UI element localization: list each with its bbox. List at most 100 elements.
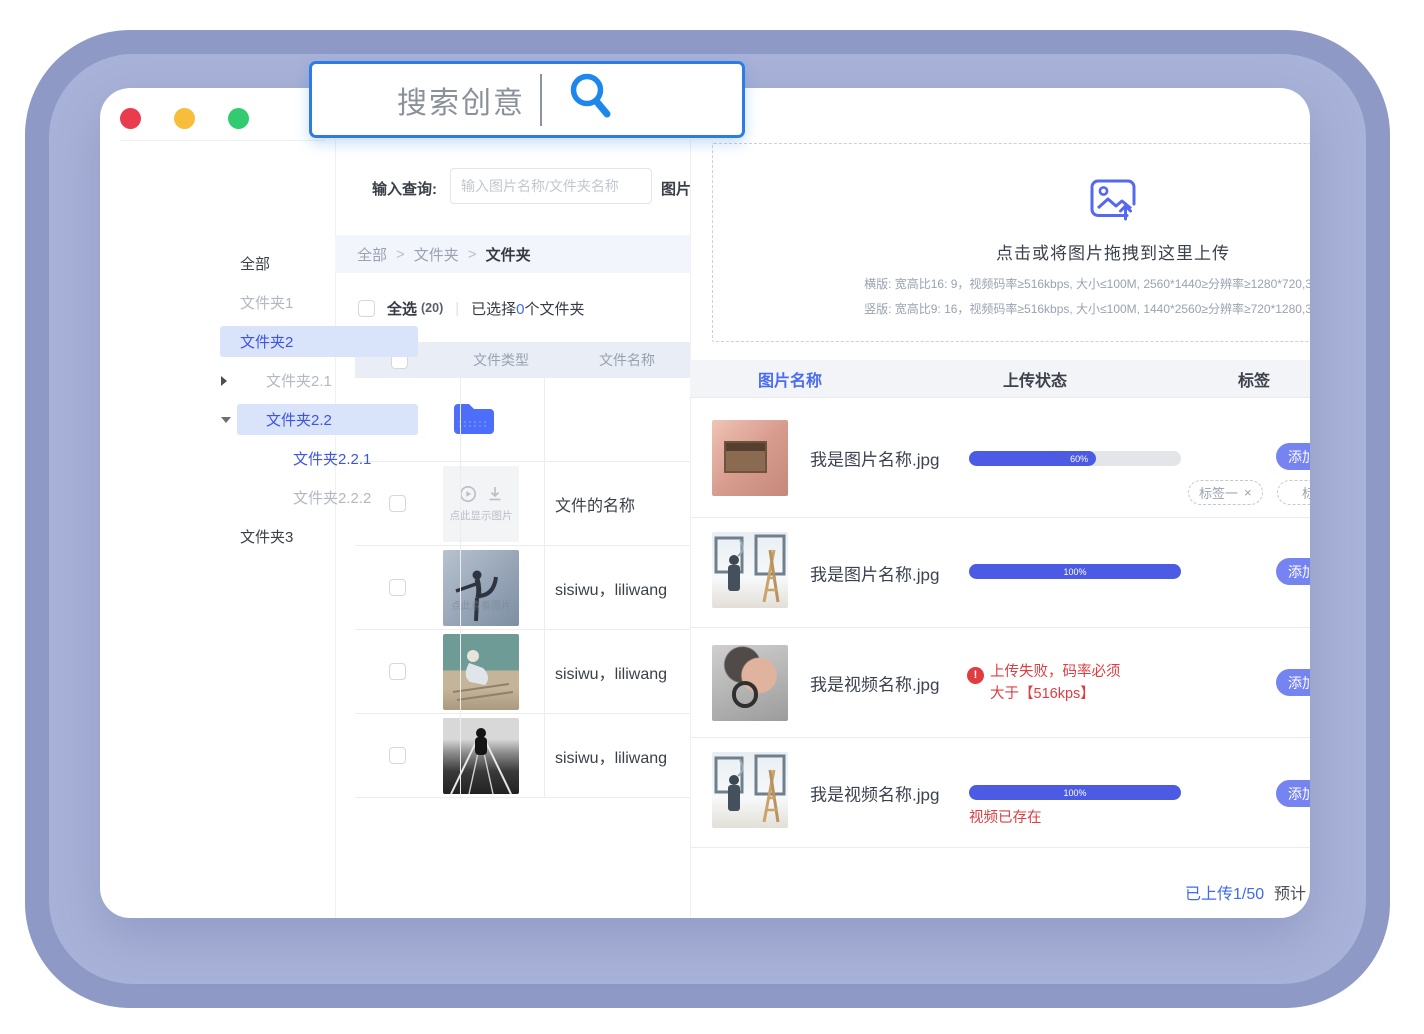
divider xyxy=(460,378,461,461)
divider xyxy=(460,546,461,629)
sidebar-item-folder2[interactable]: 文件夹2 xyxy=(220,322,418,361)
query-label: 输入查询: xyxy=(372,178,437,199)
add-tag-button[interactable]: 添加 xyxy=(1276,558,1310,585)
upload-dropzone[interactable]: 点击或将图片拖拽到这里上传 横版: 宽高比16: 9，视频码率≥516kbps,… xyxy=(712,143,1310,342)
divider xyxy=(120,140,325,141)
query-input[interactable] xyxy=(450,168,652,204)
upload-panel: 点击或将图片拖拽到这里上传 横版: 宽高比16: 9，视频码率≥516kbps,… xyxy=(690,140,1310,918)
divider xyxy=(544,630,545,713)
search-icon[interactable] xyxy=(566,71,616,128)
download-icon xyxy=(487,485,503,503)
upload-thumbnail[interactable] xyxy=(712,532,788,608)
upload-thumbnail[interactable] xyxy=(712,420,788,496)
footer-clipped-text: 预计 xyxy=(1274,880,1306,904)
sidebar-item-label: 全部 xyxy=(220,253,270,274)
divider xyxy=(460,714,461,797)
sidebar-item-folder2-2-2[interactable]: 文件夹2.2.2 xyxy=(220,478,418,517)
sidebar-item-all[interactable]: 全部 xyxy=(220,244,418,283)
row-checkbox[interactable] xyxy=(389,747,406,764)
sidebar-item-label: 文件夹2.1 xyxy=(220,370,332,391)
upload-thumbnail[interactable] xyxy=(712,752,788,828)
thumbnail-sitting[interactable] xyxy=(443,634,519,710)
uploaded-count-text: 已上传1/50 xyxy=(1185,880,1264,904)
window-close-button[interactable] xyxy=(120,108,141,129)
breadcrumb-item[interactable]: 文件夹 xyxy=(414,244,459,265)
divider xyxy=(544,546,545,629)
sidebar-item-folder2-2-1[interactable]: 文件夹2.2.1 xyxy=(220,439,418,478)
window-controls xyxy=(120,108,249,129)
search-bar[interactable]: 搜索创意 xyxy=(309,61,745,138)
dropzone-spec-landscape: 横版: 宽高比16: 9，视频码率≥516kbps, 大小≤100M, 2560… xyxy=(755,275,1310,292)
page: 全部 文件夹1 文件夹2 文件夹2.1 文件夹2.2 文件夹2.2.1 xyxy=(0,0,1424,1034)
selected-count: 0 xyxy=(516,301,524,318)
file-name: sisiwu，liliwang xyxy=(555,576,667,600)
sidebar: 全部 文件夹1 文件夹2 文件夹2.1 文件夹2.2 文件夹2.2.1 xyxy=(220,244,418,556)
upload-thumbnail[interactable] xyxy=(712,645,788,721)
add-tag-button[interactable]: 添加 xyxy=(1276,443,1310,470)
thumbnail-overlay-text: 点此查看图片 xyxy=(443,597,519,612)
breadcrumb-current: 文件夹 xyxy=(486,244,531,265)
tag-label: 标签 xyxy=(1302,483,1310,502)
sidebar-item-label: 文件夹2.2 xyxy=(220,409,332,430)
upload-row-3: 我是视频名称.jpg ! 上传失败，码率必须 大于【516kps】 添加 xyxy=(690,628,1310,738)
sidebar-item-label: 文件夹1 xyxy=(220,292,293,313)
sidebar-item-folder1[interactable]: 文件夹1 xyxy=(220,283,418,322)
upload-table-header: 图片名称 上传状态 标签 xyxy=(690,360,1310,398)
add-tag-button[interactable]: 添加 xyxy=(1276,780,1310,807)
progress-label: 100% xyxy=(1063,567,1086,577)
breadcrumb-separator: > xyxy=(468,246,477,263)
file-name: sisiwu，liliwang xyxy=(555,744,667,768)
sidebar-item-label: 文件夹3 xyxy=(220,526,293,547)
search-label: 搜索创意 xyxy=(397,78,525,122)
progress-label: 60% xyxy=(1070,454,1088,464)
divider xyxy=(544,462,545,545)
window-minimize-button[interactable] xyxy=(174,108,195,129)
file-name: 文件的名称 xyxy=(555,492,635,516)
table-row-sitting[interactable]: sisiwu，liliwang xyxy=(355,630,690,714)
file-name: sisiwu，liliwang xyxy=(555,660,667,684)
tag-close-icon[interactable]: × xyxy=(1244,485,1252,500)
upload-file-name: 我是图片名称.jpg xyxy=(810,560,939,585)
clipped-image-label: 图片 xyxy=(661,178,690,199)
sidebar-item-folder2-2[interactable]: 文件夹2.2 xyxy=(220,400,418,439)
progress-label: 100% xyxy=(1063,788,1086,798)
row-checkbox[interactable] xyxy=(389,663,406,680)
column-header-tags: 标签 xyxy=(1214,367,1294,391)
tag-pill[interactable]: 标签一 × xyxy=(1188,480,1263,505)
sidebar-item-folder3[interactable]: 文件夹3 xyxy=(220,517,418,556)
divider xyxy=(540,74,542,126)
thumbnail-yoga[interactable]: 点此查看图片 xyxy=(443,550,519,626)
upload-file-name: 我是视频名称.jpg xyxy=(810,780,939,805)
tag-label: 标签一 xyxy=(1199,483,1238,502)
upload-file-name: 我是视频名称.jpg xyxy=(810,670,939,695)
column-header-upload-status: 上传状态 xyxy=(975,367,1095,391)
add-tag-button[interactable]: 添加 xyxy=(1276,669,1310,696)
progress-bar: 60% xyxy=(969,451,1181,466)
selected-text: 已选择0个文件夹 xyxy=(471,298,584,319)
play-circle-icon xyxy=(459,485,477,503)
column-header-file-type: 文件类型 xyxy=(456,350,546,370)
sidebar-item-label: 文件夹2 xyxy=(220,331,293,352)
sidebar-item-folder2-1[interactable]: 文件夹2.1 xyxy=(220,361,418,400)
progress-bar: 100% xyxy=(969,785,1181,800)
table-row-yoga[interactable]: 点此查看图片 sisiwu，liliwang xyxy=(355,546,690,630)
window-zoom-button[interactable] xyxy=(228,108,249,129)
divider: | xyxy=(455,300,459,317)
sidebar-item-label: 文件夹2.2.1 xyxy=(220,448,371,469)
divider xyxy=(544,714,545,797)
progress-bar: 100% xyxy=(969,564,1181,579)
divider xyxy=(460,630,461,713)
image-upload-icon xyxy=(755,178,1310,227)
placeholder-text: 点此显示图片 xyxy=(450,508,513,523)
column-header-image-name: 图片名称 xyxy=(758,367,822,391)
table-row-railway[interactable]: sisiwu，liliwang xyxy=(355,714,690,798)
image-placeholder-cell[interactable]: 点此显示图片 xyxy=(443,466,519,542)
dropzone-spec-portrait: 竖版: 宽高比9: 16，视频码率≥516kbps, 大小≤100M, 1440… xyxy=(755,300,1310,317)
divider xyxy=(460,462,461,545)
app-window: 全部 文件夹1 文件夹2 文件夹2.1 文件夹2.2 文件夹2.2.1 xyxy=(100,88,1310,918)
row-checkbox[interactable] xyxy=(389,579,406,596)
column-header-file-name: 文件名称 xyxy=(582,350,672,370)
thumbnail-railway[interactable] xyxy=(443,718,519,794)
select-all-count: (20) xyxy=(421,301,443,315)
tag-pill[interactable]: 标签 xyxy=(1277,480,1310,505)
